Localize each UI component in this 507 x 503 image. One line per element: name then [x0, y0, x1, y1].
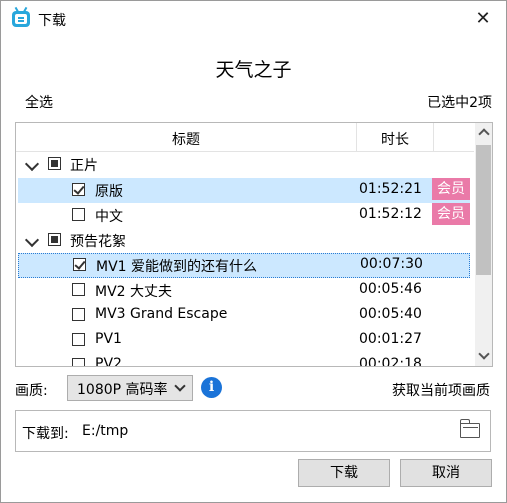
scroll-down-icon[interactable] — [478, 348, 490, 360]
list-item[interactable]: MV2 大丈夫 00:05:46 — [16, 278, 474, 303]
close-button[interactable]: ✕ — [460, 1, 506, 37]
download-button[interactable]: 下载 — [298, 459, 390, 487]
folder-icon[interactable] — [459, 419, 480, 438]
item-checkbox[interactable] — [72, 283, 85, 296]
list-header: 标题 时长 — [16, 123, 474, 152]
episode-list[interactable]: 标题 时长 正片 原版 01:52:21 会员 中文 01:52:12 会员 预… — [15, 122, 493, 367]
group-checkbox[interactable] — [48, 233, 61, 246]
item-duration: 00:02:18 — [359, 356, 422, 367]
quality-value: 1080P 高码率 — [77, 382, 168, 398]
chevron-down-icon[interactable] — [24, 232, 40, 248]
item-checkbox[interactable] — [72, 358, 85, 366]
item-duration: 00:05:46 — [359, 281, 422, 297]
bilibili-tv-icon — [12, 11, 30, 27]
download-dialog: 下载 ✕ 天气之子 全选 已选中2项 标题 时长 正片 原版 01:52:21 … — [0, 0, 507, 503]
item-label: 原版 — [95, 184, 123, 200]
item-checkbox[interactable] — [72, 333, 85, 346]
info-icon[interactable]: i — [201, 377, 222, 398]
title-bar: 下载 ✕ — [1, 1, 506, 37]
scrollbar-thumb[interactable] — [476, 145, 491, 275]
vertical-scrollbar[interactable] — [475, 123, 492, 366]
movie-title: 天气之子 — [215, 59, 292, 81]
list-item[interactable]: 原版 01:52:21 会员 — [18, 178, 470, 203]
item-checkbox[interactable] — [73, 258, 86, 271]
selected-count: 已选中2项 — [427, 95, 492, 111]
item-checkbox[interactable] — [72, 183, 85, 196]
item-label: PV2 — [95, 356, 122, 367]
chevron-down-icon[interactable] — [24, 156, 40, 172]
quality-label: 画质: — [15, 383, 48, 399]
vip-badge: 会员 — [432, 203, 470, 225]
column-header-duration[interactable]: 时长 — [357, 129, 433, 149]
item-label: 中文 — [95, 209, 123, 225]
item-duration: 01:52:12 — [359, 206, 422, 222]
group-checkbox[interactable] — [48, 157, 61, 170]
item-duration: 00:05:40 — [359, 306, 422, 322]
cancel-button[interactable]: 取消 — [400, 459, 492, 487]
path-label: 下载到: — [22, 426, 69, 442]
group-label: 正片 — [70, 158, 98, 174]
group-label: 预告花絮 — [70, 234, 126, 250]
item-label: MV2 大丈夫 — [95, 284, 173, 300]
item-checkbox[interactable] — [72, 308, 85, 321]
vip-badge: 会员 — [432, 178, 470, 200]
list-item[interactable]: PV1 00:01:27 — [16, 328, 474, 353]
path-value[interactable]: E:/tmp — [82, 423, 128, 439]
list-item[interactable]: PV2 00:02:18 — [16, 353, 474, 367]
select-all-button[interactable]: 全选 — [25, 92, 53, 112]
item-duration: 00:01:27 — [359, 331, 422, 347]
column-header-title[interactable]: 标题 — [16, 129, 356, 149]
quality-dropdown[interactable]: 1080P 高码率 — [67, 375, 193, 401]
window-title: 下载 — [38, 13, 66, 29]
column-divider — [433, 123, 434, 151]
scroll-up-icon[interactable] — [478, 128, 490, 140]
list-item[interactable]: MV3 Grand Escape 00:05:40 — [16, 303, 474, 328]
item-label: MV3 Grand Escape — [95, 306, 228, 322]
item-label: MV1 爱能做到的还有什么 — [96, 259, 258, 275]
list-item[interactable]: MV1 爱能做到的还有什么 00:07:30 — [18, 253, 470, 278]
group-row-main[interactable]: 正片 — [16, 152, 474, 177]
group-row-extras[interactable]: 预告花絮 — [16, 228, 474, 253]
item-duration: 00:07:30 — [360, 256, 423, 272]
item-label: PV1 — [95, 331, 122, 347]
list-item[interactable]: 中文 01:52:12 会员 — [16, 203, 474, 228]
item-checkbox[interactable] — [72, 208, 85, 221]
chevron-down-icon — [174, 380, 186, 392]
item-duration: 01:52:21 — [359, 181, 422, 197]
fetch-quality-button[interactable]: 获取当前项画质 — [392, 380, 490, 400]
download-path-field[interactable]: 下载到: E:/tmp — [15, 410, 491, 452]
